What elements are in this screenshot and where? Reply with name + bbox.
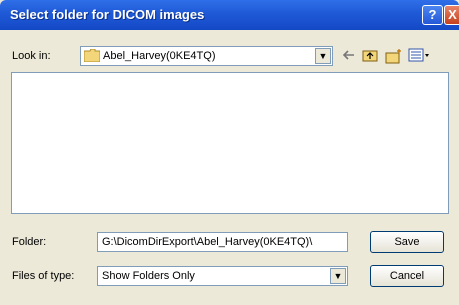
folder-list[interactable]: [11, 72, 449, 214]
files-of-type-label: Files of type:: [12, 270, 75, 282]
save-button[interactable]: Save: [370, 231, 444, 253]
folder-icon: [84, 49, 100, 62]
folder-label: Folder:: [12, 236, 47, 248]
title-bar: Select folder for DICOM images ? X: [0, 0, 459, 30]
look-in-label: Look in:: [12, 50, 51, 62]
help-button[interactable]: ?: [422, 5, 443, 25]
files-of-type-select[interactable]: Show Folders Only ▼: [97, 266, 348, 286]
look-in-value: Abel_Harvey(0KE4TQ): [103, 50, 216, 62]
look-in-dropdown[interactable]: Abel_Harvey(0KE4TQ) ▼: [80, 46, 333, 66]
close-button[interactable]: X: [444, 5, 459, 25]
window-title: Select folder for DICOM images: [10, 7, 205, 22]
back-arrow-icon[interactable]: [342, 48, 356, 64]
new-folder-icon[interactable]: [385, 48, 403, 64]
up-folder-icon[interactable]: [362, 48, 378, 64]
files-of-type-value: Show Folders Only: [102, 270, 195, 282]
chevron-down-icon[interactable]: ▼: [330, 268, 346, 284]
view-menu-icon[interactable]: [408, 48, 430, 64]
cancel-button[interactable]: Cancel: [370, 265, 444, 287]
chevron-down-icon[interactable]: ▼: [315, 48, 331, 64]
folder-path-input[interactable]: G:\DicomDirExport\Abel_Harvey(0KE4TQ)\: [97, 232, 348, 252]
